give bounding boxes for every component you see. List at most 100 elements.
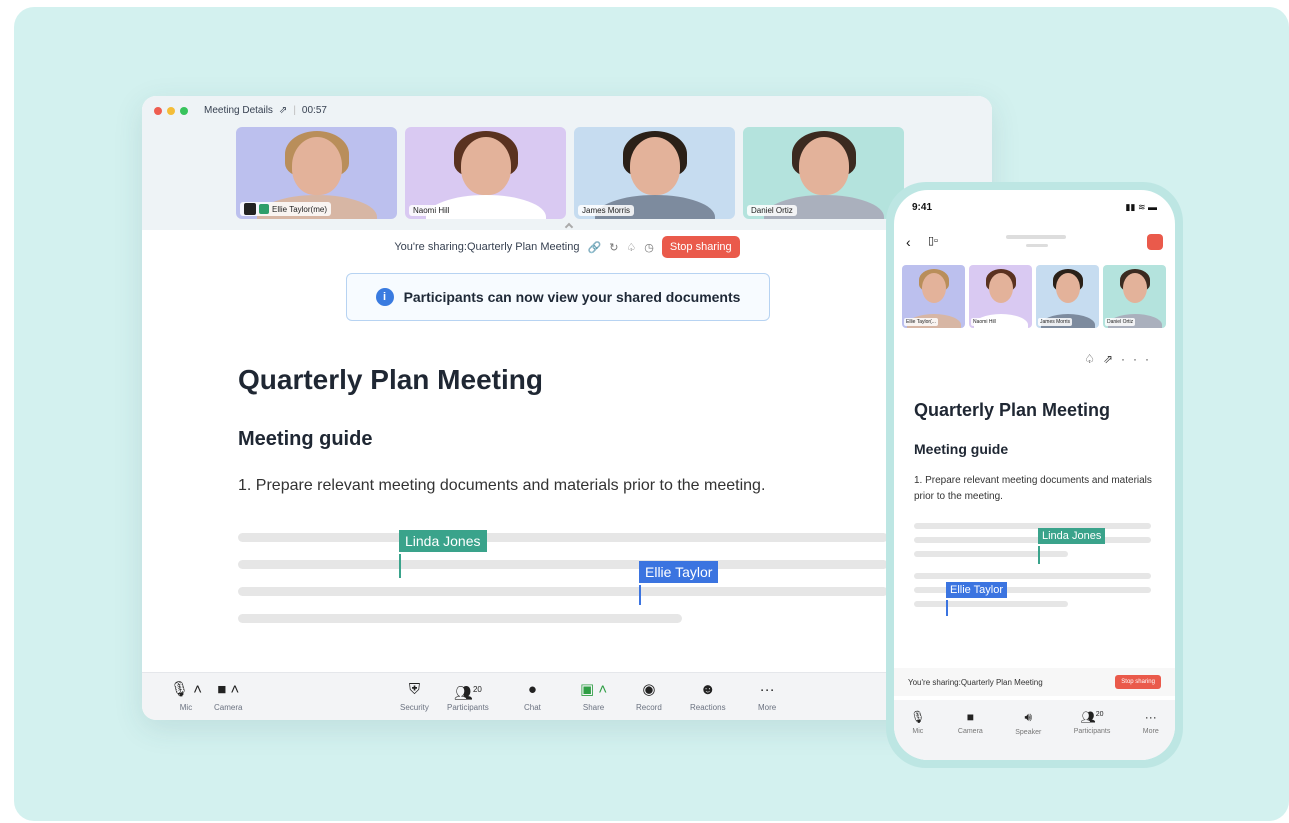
phone-doc-item: 1. Prepare relevant meeting documents an… — [914, 475, 1152, 502]
layout-icon[interactable]: ▯▫ — [928, 234, 938, 247]
share-button[interactable]: ▣ ˄ Share — [580, 681, 607, 712]
phone-camera-button[interactable]: ■ Camera — [958, 710, 983, 760]
participants-button[interactable]: 👥︎20 Participants — [447, 681, 489, 712]
phone-participant-tile[interactable]: Naomi Hill — [969, 265, 1032, 328]
phone-stop-sharing-button[interactable]: Stop sharing — [1115, 675, 1161, 689]
bell-icon[interactable]: ♤ — [626, 241, 636, 254]
participant-tile[interactable]: Daniel Ortiz — [743, 127, 904, 219]
participant-name: Ellie Taylor(me) — [272, 204, 327, 214]
chat-label: Chat — [524, 703, 541, 712]
face — [1055, 273, 1080, 303]
info-icon: i — [375, 288, 394, 306]
meeting-details-label[interactable]: Meeting Details — [204, 105, 273, 116]
speaker-icon: 🔊︎ — [1024, 710, 1033, 724]
record-icon: ◉ — [642, 681, 656, 698]
refresh-icon[interactable]: ↻ — [609, 241, 618, 254]
phone-more-button[interactable]: ··· More — [1143, 710, 1159, 760]
phone-speaker-label: Speaker — [1015, 729, 1042, 736]
share-icon[interactable]: ⇗ — [1103, 352, 1121, 366]
share-screen-icon: ▣ ˄ — [580, 681, 608, 698]
info-toast: i Participants can now view your shared … — [346, 273, 770, 321]
security-button[interactable]: ⛨ Security — [400, 681, 429, 712]
participant-tile[interactable]: Ellie Taylor(me) — [236, 127, 397, 219]
participant-name: James Morris — [582, 206, 631, 215]
record-label: Record — [636, 703, 662, 712]
face — [921, 273, 946, 303]
close-dot[interactable] — [154, 107, 162, 115]
participant-tile[interactable]: Naomi Hill — [405, 127, 566, 219]
phone-speaker-button[interactable]: 🔊︎ Speaker — [1015, 710, 1041, 760]
phone-mic-button[interactable]: 🎙︎ Mic — [910, 710, 925, 760]
face — [291, 137, 342, 195]
smiley-icon: ☻ — [699, 681, 716, 698]
phone-doc-title: Quarterly Plan Meeting — [914, 400, 1111, 420]
participants-count: 20 — [472, 685, 482, 694]
mic-on-icon — [259, 204, 269, 214]
doc-title: Quarterly Plan Meeting — [238, 364, 543, 395]
chat-icon: ● — [527, 681, 537, 698]
record-button[interactable]: ◉ Record — [636, 681, 662, 712]
title-bar: Meeting Details ⇗ | 00:57 Ellie Taylor(m… — [142, 96, 992, 230]
phone-participant-tile[interactable]: James Morris — [1036, 265, 1099, 328]
placeholder-line — [238, 614, 682, 623]
phone-doc-actions: ♤⇗··· — [1084, 352, 1157, 366]
clock-icon[interactable]: ◷ — [644, 241, 654, 254]
sharing-status: You're sharing:Quarterly Plan Meeting — [394, 241, 580, 253]
divider: | — [293, 105, 296, 116]
more-dots-icon[interactable]: ··· — [1121, 352, 1157, 366]
phone-participant-name: James Morris — [1038, 318, 1073, 326]
meeting-toolbar: 🎙︎ ˄ Mic ■ ˄ Camera ⛨ Security 👥︎20 Particip… — [142, 672, 992, 720]
participant-tiles: Ellie Taylor(me) Naomi Hill James Morris… — [236, 127, 904, 219]
bell-icon[interactable]: ♤ — [1084, 352, 1103, 366]
phone-participant-tile[interactable]: Ellie Taylor(... — [902, 265, 965, 328]
face — [988, 273, 1013, 303]
placeholder-line — [914, 523, 1151, 529]
phone-mic-label: Mic — [912, 728, 924, 735]
participant-name: Daniel Ortiz — [751, 206, 793, 215]
share-link-icon[interactable]: ⇗ — [279, 105, 287, 116]
end-call-icon[interactable] — [1147, 234, 1163, 250]
phone-participant-name: Ellie Taylor(... — [904, 318, 938, 326]
title-placeholder — [1006, 235, 1066, 239]
status-time: 9:41 — [912, 202, 933, 213]
collaborator-cursor — [639, 585, 641, 605]
phone-participants-button[interactable]: 👥︎20 Participants — [1074, 710, 1111, 760]
participants-label: Participants — [447, 703, 489, 712]
collaborator-cursor — [399, 554, 401, 578]
doc-item: 1. Prepare relevant meeting documents an… — [238, 477, 766, 494]
phone-frame: 9:41 ▮▮ ≋ ▬ ‹ ▯▫ Ellie Taylor(... Naomi … — [886, 182, 1183, 768]
back-chevron-icon[interactable]: ‹ — [906, 234, 911, 250]
shared-document: Quarterly Plan Meeting Meeting guide 1. … — [238, 364, 888, 641]
participant-tile[interactable]: James Morris — [574, 127, 735, 219]
camera-button[interactable]: ■ ˄ Camera — [214, 681, 242, 712]
participant-name-tag: Ellie Taylor(me) — [240, 202, 331, 216]
status-icons: ▮▮ ≋ ▬ — [1125, 202, 1157, 212]
minimize-dot[interactable] — [167, 107, 175, 115]
stop-sharing-button[interactable]: Stop sharing — [661, 236, 740, 258]
mic-button[interactable]: 🎙︎ ˄ Mic — [170, 681, 202, 712]
shield-icon: ⛨ — [408, 681, 421, 698]
reactions-button[interactable]: ☻ Reactions — [690, 681, 726, 712]
placeholder-line — [914, 573, 1151, 579]
user-icon — [244, 203, 256, 215]
placeholder-line — [914, 551, 1068, 557]
phone-camera-label: Camera — [957, 728, 983, 735]
phone-participant-name: Naomi Hill — [971, 318, 998, 326]
face — [629, 137, 680, 195]
link-icon[interactable]: 🔗 — [587, 241, 601, 254]
placeholder-line — [238, 587, 888, 596]
placeholder-line — [238, 533, 888, 542]
face — [1122, 273, 1147, 303]
phone-participants-label: Participants — [1073, 728, 1111, 735]
phone-participant-tile[interactable]: Daniel Ortiz — [1103, 265, 1166, 328]
camera-label: Camera — [214, 703, 243, 712]
microphone-icon: 🎙︎ — [910, 710, 926, 724]
participants-icon: 👥︎20 — [1080, 710, 1104, 724]
more-button[interactable]: ··· More — [758, 681, 776, 712]
chat-button[interactable]: ● Chat — [524, 681, 541, 712]
participants-icon: 👥︎20 — [453, 685, 482, 702]
maximize-dot[interactable] — [180, 107, 188, 115]
camera-icon: ■ ˄ — [217, 681, 240, 698]
meeting-title-area: Meeting Details ⇗ | 00:57 — [204, 105, 327, 116]
phone-collaborator-cursor-label: Linda Jones — [1038, 528, 1106, 544]
